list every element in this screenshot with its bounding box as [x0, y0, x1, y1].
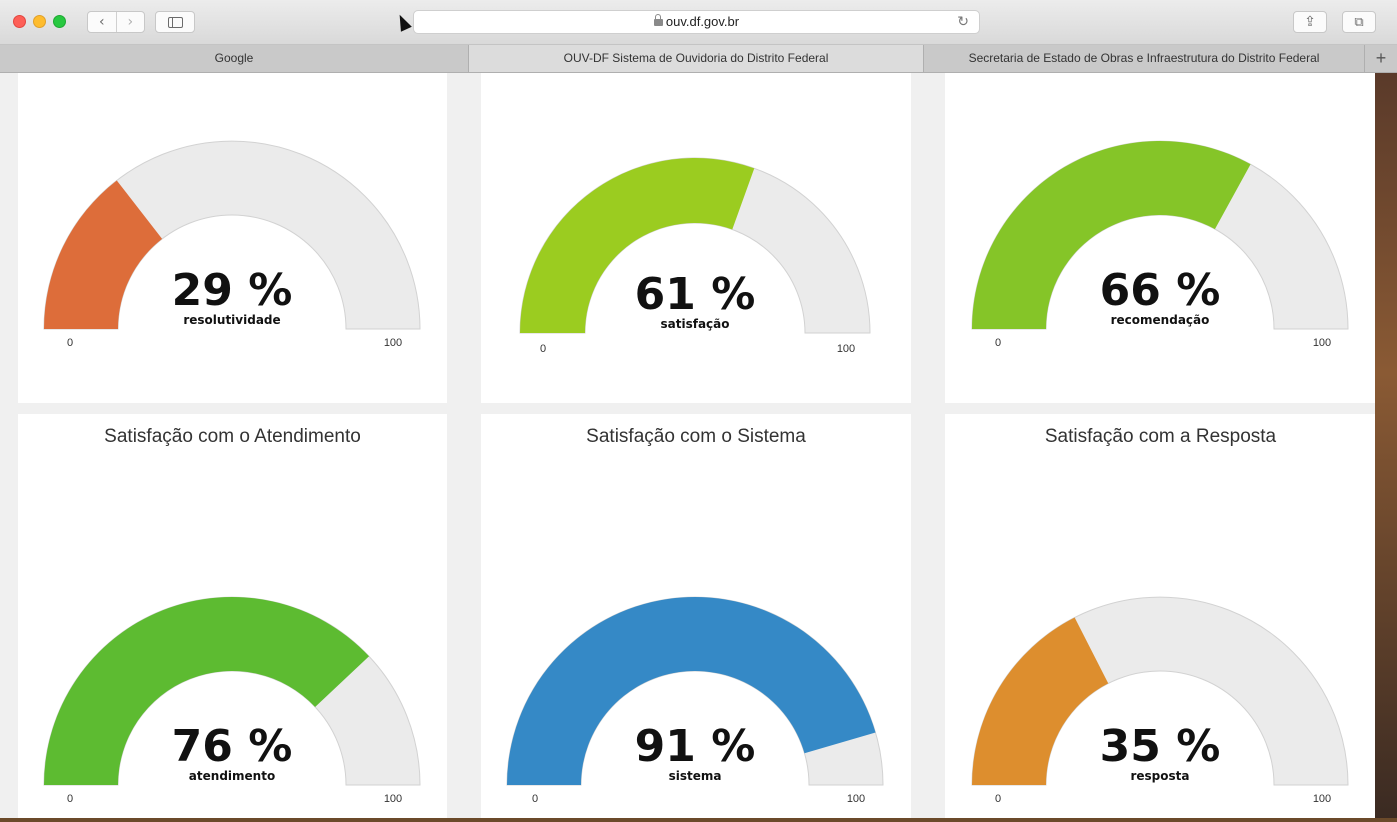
forward-button[interactable]: › — [115, 12, 145, 32]
gauge-max-label: 100 — [847, 793, 865, 805]
tab-secretaria-obras[interactable]: Secretaria de Estado de Obras e Infraest… — [924, 45, 1365, 72]
gauge-label: atendimento — [189, 769, 275, 783]
gauge-min-label: 0 — [67, 793, 73, 805]
close-window-button[interactable] — [13, 15, 26, 28]
gauge-max-label: 100 — [1313, 337, 1331, 349]
gauge-panel-satisfacao: 61 % satisfação 0 100 — [481, 73, 911, 403]
gauge-label: sistema — [669, 769, 722, 783]
gauge-chart: 35 %resposta 0 100 — [971, 596, 1349, 805]
chevron-right-icon: › — [127, 14, 134, 30]
gauge-min-label: 0 — [540, 343, 546, 355]
gauge-label: resposta — [1130, 769, 1189, 783]
tab-google[interactable]: Google — [0, 45, 469, 72]
new-tab-button[interactable]: + — [1365, 45, 1397, 72]
gauge-panel-sistema: Satisfação com o Sistema 91 % sistema 0 100 — [481, 414, 911, 822]
reload-icon[interactable]: ↻ — [957, 11, 969, 33]
gauge-value-text: 29 % — [172, 265, 293, 316]
desktop-background-bottom — [0, 818, 1397, 822]
share-icon: ⇪ — [1304, 14, 1316, 30]
show-tabs-button[interactable]: ⧉ — [1342, 11, 1376, 33]
gauge-chart: 61 %satisfação 0 100 — [519, 157, 871, 355]
gauge-min-label: 0 — [67, 337, 73, 349]
gauge-chart: 76 %atendimento 0 100 — [43, 596, 421, 805]
gauge-max-label: 100 — [837, 343, 855, 355]
gauge-value-text: 35 % — [1100, 721, 1221, 772]
gauge-panel-recomendacao: 66 % recomendação 0 100 — [945, 73, 1376, 403]
tab-label: Google — [214, 51, 254, 65]
sidebar-icon — [167, 16, 183, 28]
tab-ouv-df[interactable]: OUV-DF Sistema de Ouvidoria do Distrito … — [469, 45, 924, 72]
gauge-min-label: 0 — [995, 793, 1001, 805]
back-button[interactable]: ‹ — [88, 12, 116, 32]
chevron-left-icon: ‹ — [98, 14, 105, 30]
gauge-chart: 91 %sistema 0 100 — [506, 596, 884, 805]
gauge-label: recomendação — [1111, 313, 1210, 327]
gauge-max-label: 100 — [1313, 793, 1331, 805]
tabs-overview-icon: ⧉ — [1354, 14, 1364, 30]
zoom-window-button[interactable] — [53, 15, 66, 28]
gauge-min-label: 0 — [995, 337, 1001, 349]
gauge-label: resolutividade — [183, 313, 280, 327]
share-button[interactable]: ⇪ — [1293, 11, 1327, 33]
gauge-panel-resposta: Satisfação com a Resposta 35 % resposta 0 1… — [945, 414, 1376, 822]
gauge-value-text: 91 % — [635, 721, 756, 772]
tab-bar: Google OUV-DF Sistema de Ouvidoria do Di… — [0, 45, 1397, 73]
sidebar-toggle-button[interactable] — [155, 11, 195, 33]
gauge-value-text: 61 % — [635, 269, 756, 320]
gauge-max-label: 100 — [384, 337, 402, 349]
lock-icon — [653, 14, 663, 26]
gauge-panel-resolutividade: 29 % resolutividade 0 100 — [18, 73, 447, 403]
navigation-buttons: ‹ › — [87, 11, 145, 33]
tab-label: OUV-DF Sistema de Ouvidoria do Distrito … — [563, 51, 829, 65]
url-text: ouv.df.gov.br — [665, 14, 740, 29]
mouse-cursor-icon — [394, 12, 412, 32]
gauge-chart: 66 %recomendação 0 100 — [971, 140, 1349, 349]
minimize-window-button[interactable] — [33, 15, 46, 28]
gauge-value-text: 76 % — [172, 721, 293, 772]
gauge-label: satisfação — [660, 317, 729, 331]
address-bar[interactable]: ouv.df.gov.br ↻ — [413, 10, 980, 34]
desktop-background — [1375, 73, 1397, 822]
gauge-value-text: 66 % — [1100, 265, 1221, 316]
gauge-min-label: 0 — [532, 793, 538, 805]
gauge-chart: 29 %resolutividade 0 100 — [43, 140, 421, 349]
browser-toolbar: ‹ › ouv.df.gov.br ↻ ⇪ ⧉ — [0, 0, 1397, 45]
tab-label: Secretaria de Estado de Obras e Infraest… — [968, 51, 1320, 65]
gauge-max-label: 100 — [384, 793, 402, 805]
gauge-panel-atendimento: Satisfação com o Atendimento 76 % atendim… — [18, 414, 447, 822]
